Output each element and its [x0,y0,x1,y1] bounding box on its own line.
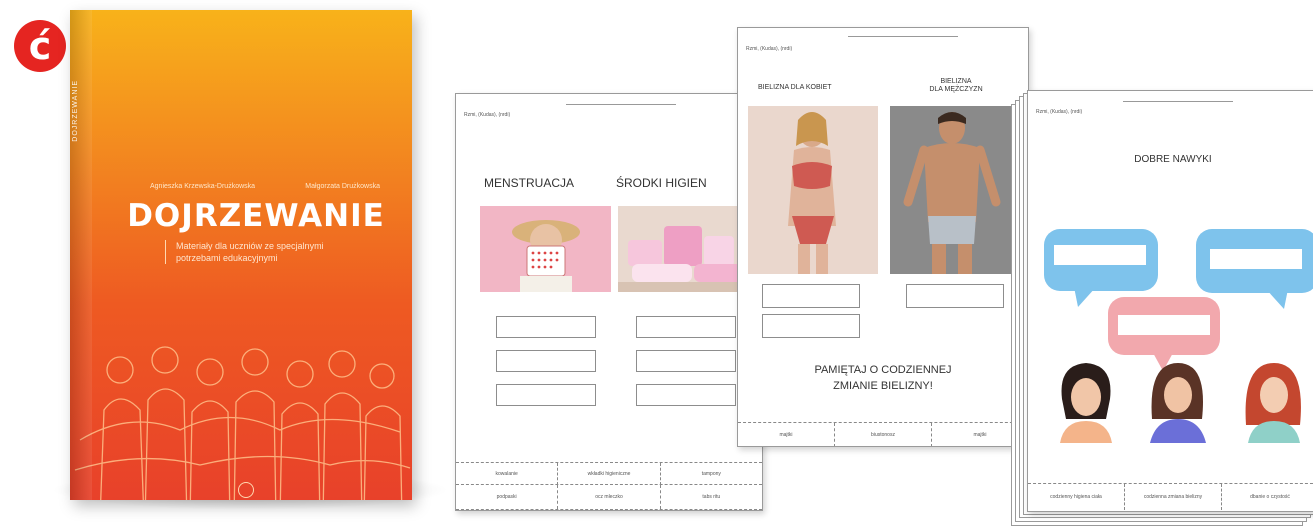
speech-bubble-blue [1044,229,1158,307]
cut-out-label[interactable]: codzienny higiena ciała [1028,484,1124,510]
cut-out-label[interactable]: majtki [738,423,834,446]
heading-hygiene: ŚRODKI HIGIEN [616,176,707,190]
cut-out-row: codzienny higiena ciała codzienna zmiana… [1028,483,1313,510]
answer-box[interactable] [496,316,596,338]
cut-out-label[interactable]: dbanie o czystość [1221,484,1313,510]
cut-out-label[interactable]: tabs ritu [659,485,762,509]
answer-box[interactable] [636,384,736,406]
name-line: Rzmi, (Kudas), (nrdi) [464,112,511,118]
answer-box[interactable] [1054,245,1146,265]
answer-box[interactable] [1210,249,1302,269]
worksheet-underwear: Rzmi, (Kudas), (nrdi) BIELIZNA DLA KOBIE… [737,27,1029,447]
answer-box[interactable] [762,284,860,308]
author-2: Małgorzata Drużkowska [305,183,380,190]
answer-box[interactable] [1118,315,1210,335]
heading-men-underwear: BIELIZNA DLA MĘŻCZYZN [904,78,1008,94]
name-line: Rzmi, (Kudas), (nrdi) [1036,109,1083,115]
spine-title: DOJRZEWANIE [72,80,79,142]
cut-out-label[interactable]: ocz mleczko [557,485,659,509]
cut-out-row: podpaski ocz mleczko tabs ritu [456,484,762,510]
cut-out-label[interactable]: podpaski [456,485,557,509]
heading-menstruation: MENSTRUACJA [484,176,575,190]
girl-illustration-dark-hair [1060,363,1112,443]
reminder-line-1: PAMIĘTAJ O CODZIENNEJ [814,364,952,376]
cut-out-label[interactable]: tampony [659,463,762,485]
book-authors: Agnieszka Krzewska-Drużkowska Małgorzata… [150,183,380,190]
answer-box[interactable] [496,350,596,372]
worksheet-menstruation: Rzmi, (Kudas), (nrdi) MENSTRUACJA ŚRODKI… [455,93,763,511]
cut-out-row: kowalanie wkładki higieniczne tampony [456,462,762,485]
bubble-tail [1266,289,1288,309]
photo-man-underwear [890,106,1014,274]
heading-men-line-2: DLA MĘŻCZYZN [929,86,983,93]
book-title: DOJRZEWANIE [127,198,385,234]
cut-out-label[interactable]: kowalanie [456,463,557,485]
cut-out-label[interactable]: wkładki higieniczne [557,463,659,485]
photo-girl-calendar [480,206,611,292]
publisher-logo: ć [14,20,66,72]
header-line [566,104,676,105]
bubble-tail [1074,287,1096,307]
book-subtitle: Materiały dla uczniów ze specjalnymi pot… [165,240,336,264]
cut-out-label[interactable]: biustonosz [834,423,931,446]
book-spine: DOJRZEWANIE [70,10,92,500]
answer-box[interactable] [496,384,596,406]
speech-bubble-blue-right [1196,229,1313,309]
header-line [848,36,958,37]
people-line-art [74,346,411,500]
heading-men-line-1: BIELIZNA [940,78,972,85]
cut-out-label[interactable]: codzienna zmiana bielizny [1124,484,1221,510]
author-1: Agnieszka Krzewska-Drużkowska [150,183,256,190]
cut-out-row: majtki biustonosz majtki [738,422,1028,446]
answer-box[interactable] [762,314,860,338]
heading-women-underwear: BIELIZNA DLA KOBIET [758,84,832,91]
answer-box[interactable] [906,284,1004,308]
girl-illustration-red-hair [1245,363,1301,443]
answer-box[interactable] [636,316,736,338]
heading-good-habits: DOBRE NAWYKI [1134,154,1212,165]
name-line: Rzmi, (Kudas), (nrdi) [746,46,793,52]
answer-box[interactable] [636,350,736,372]
reminder-line-2: ZMIANIE BIELIZNY! [833,380,933,392]
worksheet-good-habits: Rzmi, (Kudas), (nrdi) DOBRE NAWYKI codzi… [1027,90,1313,512]
publisher-mark-icon [238,482,254,498]
girl-illustration-brown-hair [1150,363,1206,443]
header-line [1123,101,1233,102]
photo-woman-underwear [748,106,878,274]
speech-bubble-pink [1108,297,1220,371]
reminder-text: PAMIĘTAJ O CODZIENNEJ ZMIANIE BIELIZNY! [758,362,1008,394]
